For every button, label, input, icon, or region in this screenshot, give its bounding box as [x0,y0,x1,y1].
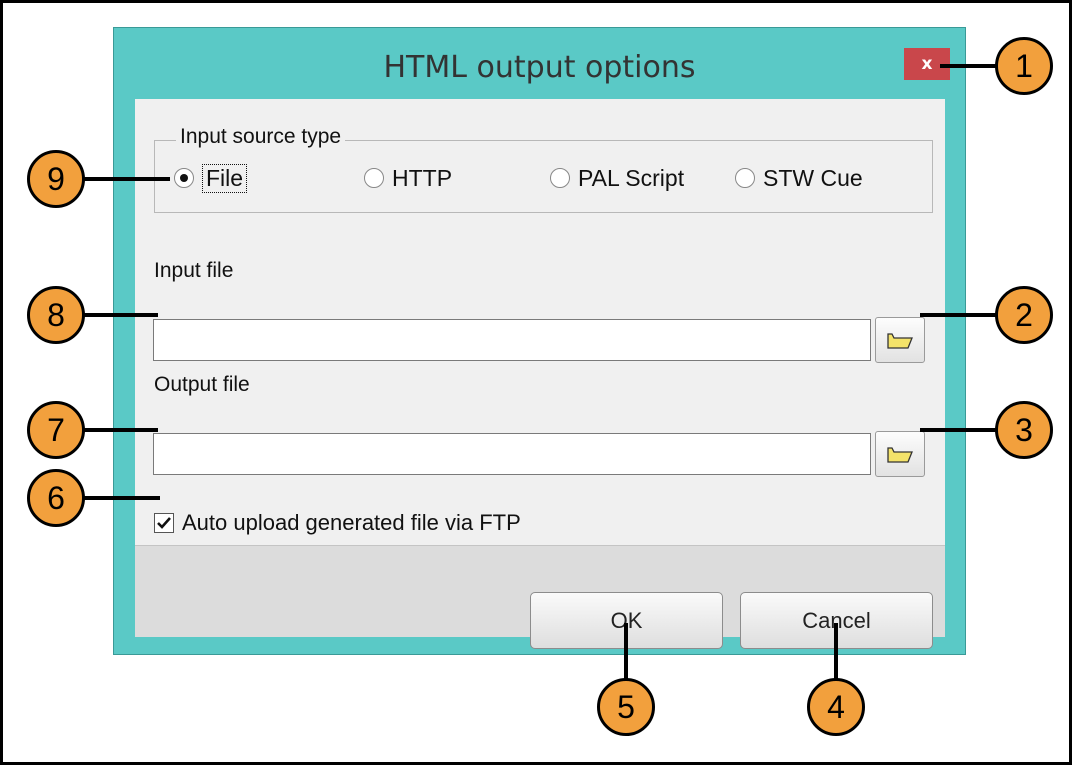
checkmark-icon [157,517,171,529]
callout-line-6 [80,496,160,500]
radio-pal-script[interactable]: PAL Script [550,164,684,192]
callout-line-9 [80,177,170,181]
callout-line-3 [920,428,998,432]
auto-upload-label: Auto upload generated file via FTP [182,510,521,535]
folder-icon [887,447,913,463]
callout-5: 5 [597,678,655,736]
radio-stw-cue[interactable]: STW Cue [735,164,863,192]
callout-line-1 [940,64,998,68]
callout-line-5 [624,623,628,685]
folder-icon [887,333,913,349]
radio-http-label: HTTP [392,164,453,191]
dialog-title: HTML output options [383,50,696,85]
output-file-label: Output file [154,373,250,396]
callout-9: 9 [27,150,85,208]
radio-http-circle[interactable] [364,168,384,188]
checkbox-box[interactable] [154,513,174,533]
dialog-client: Input source type File HTTP PAL Script S… [135,99,945,649]
callout-line-8 [80,313,158,317]
callout-1: 1 [995,37,1053,95]
radio-selected-dot [180,174,188,182]
radio-file[interactable]: File [174,163,248,193]
radio-pal-script-label: PAL Script [578,164,685,191]
auto-upload-checkbox[interactable]: Auto upload generated file via FTP [154,509,521,537]
output-file-browse-button[interactable] [875,431,925,477]
callout-3: 3 [995,401,1053,459]
dialog-window: HTML output options x Input source type … [113,27,966,655]
input-file-browse-button[interactable] [875,317,925,363]
callout-4: 4 [807,678,865,736]
callout-line-4 [834,623,838,685]
callout-6: 6 [27,469,85,527]
callout-8: 8 [27,286,85,344]
input-file-label: Input file [154,259,234,282]
output-file-field[interactable] [153,433,871,475]
radio-http[interactable]: HTTP [364,164,452,192]
radio-stw-cue-circle[interactable] [735,168,755,188]
radio-file-circle[interactable] [174,168,194,188]
callout-line-7 [80,428,158,432]
callout-line-2 [920,313,998,317]
callout-7: 7 [27,401,85,459]
radio-file-label: File [202,163,248,193]
input-source-group-label: Input source type [176,125,346,149]
radio-pal-script-circle[interactable] [550,168,570,188]
input-source-group: Input source type File HTTP PAL Script S… [154,125,933,213]
radio-stw-cue-label: STW Cue [763,164,863,191]
input-file-field[interactable] [153,319,871,361]
callout-2: 2 [995,286,1053,344]
